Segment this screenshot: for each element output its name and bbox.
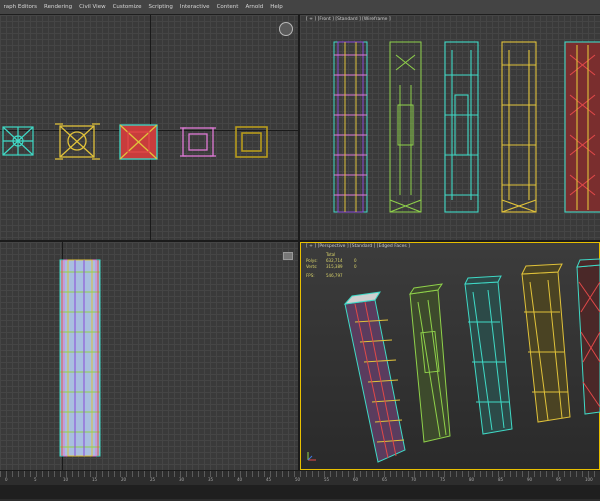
tick-label: 70 (411, 477, 417, 482)
tick-label: 55 (324, 477, 330, 482)
tick-label: 20 (121, 477, 127, 482)
tick-label: 95 (556, 477, 562, 482)
menu-graph-editors[interactable]: raph Editors (0, 0, 41, 14)
tick-label: 30 (179, 477, 185, 482)
tick-label: 85 (498, 477, 504, 482)
perspective-objects (307, 258, 600, 463)
menu-rendering[interactable]: Rendering (41, 0, 76, 14)
timeline-tick-numbers: 0 5 10 15 20 25 30 35 40 45 50 55 60 65 … (0, 477, 600, 485)
axis-tripod-icon (307, 452, 316, 461)
menu-customize[interactable]: Customize (109, 0, 145, 14)
tower-top-cyan (2, 126, 34, 156)
tower-persp-green (408, 283, 451, 443)
tick-label: 80 (469, 477, 475, 482)
tick-label: 100 (585, 477, 593, 482)
tick-label: 10 (63, 477, 69, 482)
tower-persp-red-right (576, 258, 600, 415)
tick-label: 50 (295, 477, 301, 482)
front-view-objects (333, 41, 600, 213)
tower-front-cyan (444, 41, 479, 213)
tower-front-green (389, 41, 422, 213)
menu-arnold[interactable]: Arnold (242, 0, 267, 14)
tick-label: 25 (150, 477, 156, 482)
tower-front-yellow (501, 41, 537, 213)
menu-bar: raph Editors Rendering Civil View Custom… (0, 0, 600, 15)
tower-persp-cyan (464, 275, 513, 435)
tick-label: 90 (527, 477, 533, 482)
tower-left-overlay (59, 259, 101, 457)
tower-persp-yellow (521, 263, 571, 423)
menu-scripting[interactable]: Scripting (145, 0, 176, 14)
viewport-splitter-horizontal[interactable] (0, 240, 600, 242)
top-view-objects (2, 123, 268, 160)
tick-label: 15 (92, 477, 98, 482)
tick-label: 60 (353, 477, 359, 482)
viewcube-icon[interactable] (279, 22, 293, 36)
tick-label: 65 (382, 477, 388, 482)
viewport-left[interactable] (0, 242, 298, 470)
viewport-splitter-vertical[interactable] (298, 15, 300, 470)
tower-top-yellow (55, 123, 100, 160)
track-bar[interactable] (0, 485, 600, 499)
tick-label: 5 (34, 477, 37, 482)
viewport-perspective[interactable]: [ + ] [Perspective ] [Standard ] [Edged … (300, 242, 600, 470)
tower-top-red (119, 124, 158, 160)
menu-help[interactable]: Help (267, 0, 287, 14)
tick-label: 75 (440, 477, 446, 482)
tick-label: 45 (266, 477, 272, 482)
menu-interactive[interactable]: Interactive (176, 0, 213, 14)
viewport-top[interactable] (0, 15, 298, 240)
tick-label: 0 (5, 477, 8, 482)
timeline[interactable]: 0 5 10 15 20 25 30 35 40 45 50 55 60 65 … (0, 470, 600, 501)
tower-top-olive (235, 126, 268, 158)
tower-persp-red (343, 291, 406, 463)
tower-top-pink (180, 127, 216, 157)
viewport-front[interactable]: [ + ] [Front ] [Standard ] [Wireframe ] (300, 15, 600, 240)
tick-label: 35 (208, 477, 214, 482)
tower-front-violet (333, 41, 368, 213)
menu-civil-view[interactable]: Civil View (76, 0, 109, 14)
tick-label: 40 (237, 477, 243, 482)
left-view-objects (59, 259, 101, 457)
tower-front-red (564, 41, 600, 213)
menu-content[interactable]: Content (213, 0, 242, 14)
